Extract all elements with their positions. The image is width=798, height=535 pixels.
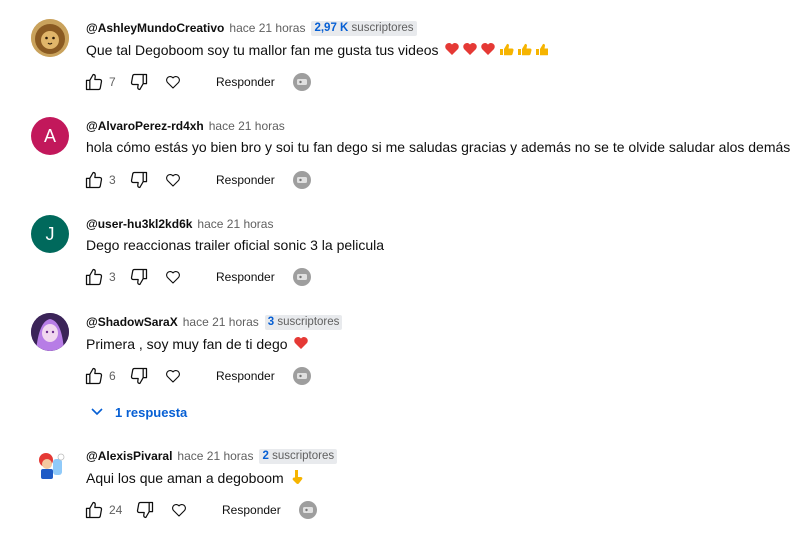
heart-icon[interactable] — [163, 267, 183, 287]
like-count: 6 — [109, 369, 116, 383]
avatar[interactable]: J — [31, 215, 69, 253]
like-icon[interactable] — [84, 170, 104, 190]
purple-character-avatar-icon — [31, 313, 69, 351]
comment-author[interactable]: @ShadowSaraX — [86, 315, 178, 329]
emoji-group — [444, 41, 550, 60]
comment-time[interactable]: hace 21 horas — [183, 315, 259, 329]
comment-author[interactable]: @user-hu3kl2kd6k — [86, 217, 192, 231]
heart-emoji-icon — [293, 335, 309, 354]
dislike-icon[interactable] — [129, 72, 149, 92]
dislike-icon[interactable] — [129, 366, 149, 386]
comment-text: Que tal Degoboom soy tu mallor fan me gu… — [86, 41, 550, 60]
like-icon[interactable] — [84, 500, 104, 520]
avatar[interactable] — [31, 19, 69, 57]
creator-avatar-icon — [292, 73, 311, 91]
like-icon[interactable] — [84, 267, 104, 287]
heart-icon[interactable] — [163, 72, 183, 92]
comment-time[interactable]: hace 21 horas — [197, 217, 273, 231]
comment-actions: 3 Responder — [84, 168, 311, 192]
heart-icon[interactable] — [163, 170, 183, 190]
comment-time[interactable]: hace 21 horas — [177, 449, 253, 463]
subscriber-count: 2 — [262, 449, 269, 462]
view-replies-button[interactable]: 1 respuesta — [89, 403, 187, 422]
comment-author[interactable]: @AlexisPivaral — [86, 449, 172, 463]
avatar-letter: J — [45, 223, 55, 244]
reply-button[interactable]: Responder — [216, 270, 275, 284]
like-icon[interactable] — [84, 366, 104, 386]
avatar[interactable] — [31, 447, 69, 485]
like-count: 7 — [109, 75, 116, 89]
subscriber-unit: suscriptores — [351, 21, 414, 34]
avatar[interactable] — [31, 313, 69, 351]
creator-avatar-icon — [292, 268, 311, 286]
comment-text-body: Que tal Degoboom soy tu mallor fan me gu… — [86, 42, 439, 58]
comment-actions: 6 Responder — [84, 364, 311, 388]
heart-icon[interactable] — [169, 500, 189, 520]
comment-text: Aqui los que aman a degoboom — [86, 469, 305, 488]
like-count: 3 — [109, 270, 116, 284]
comment-time[interactable]: hace 21 horas — [229, 21, 305, 35]
subscriber-unit: suscriptores — [272, 449, 335, 462]
comment-author[interactable]: @AlvaroPerez-rd4xh — [86, 119, 204, 133]
replies-label: 1 respuesta — [115, 405, 188, 420]
creator-avatar-icon — [292, 367, 311, 385]
dislike-icon[interactable] — [129, 267, 149, 287]
subscriber-count: 3 — [267, 315, 275, 328]
dislike-icon[interactable] — [129, 170, 149, 190]
creator-avatar-icon — [298, 501, 317, 519]
heart-icon[interactable] — [163, 366, 183, 386]
comment-text-body: Primera , soy muy fan de ti dego — [86, 336, 288, 352]
comment-actions: 24 Responder — [84, 498, 317, 522]
avatar-letter: A — [43, 125, 56, 146]
dislike-icon[interactable] — [135, 500, 155, 520]
creator-avatar-icon — [292, 171, 311, 189]
comment-author[interactable]: @AshleyMundoCreativo — [86, 21, 224, 35]
mario-avatar-icon — [31, 447, 69, 485]
reply-button[interactable]: Responder — [222, 503, 281, 517]
subscriber-badge: 2 suscriptores — [259, 448, 338, 464]
heart-emoji-icon — [444, 43, 550, 56]
subscriber-unit: suscriptores — [277, 315, 340, 328]
like-count: 24 — [109, 503, 123, 517]
comment-actions: 7 Responder — [84, 70, 311, 94]
subscriber-badge: 2,97 K suscriptores — [311, 20, 417, 36]
comment-actions: 3 Responder — [84, 265, 311, 289]
pointing-down-emoji-icon — [289, 469, 305, 488]
comment-time[interactable]: hace 21 horas — [209, 119, 285, 133]
comment-text-body: Aqui los que aman a degoboom — [86, 470, 284, 486]
chevron-down-icon — [89, 403, 105, 422]
comment-text: hola cómo estás yo bien bro y soi tu fan… — [86, 139, 791, 155]
reply-button[interactable]: Responder — [216, 75, 275, 89]
comment-text: Dego reaccionas trailer oficial sonic 3 … — [86, 237, 385, 253]
avatar[interactable]: A — [31, 117, 69, 155]
lion-avatar-icon — [31, 19, 69, 57]
subscriber-count: 2,97 K — [314, 21, 349, 34]
reply-button[interactable]: Responder — [216, 369, 275, 383]
reply-button[interactable]: Responder — [216, 173, 275, 187]
like-count: 3 — [109, 173, 116, 187]
like-icon[interactable] — [84, 72, 104, 92]
comment-text: Primera , soy muy fan de ti dego — [86, 335, 309, 354]
subscriber-badge: 3 suscriptores — [264, 314, 343, 330]
